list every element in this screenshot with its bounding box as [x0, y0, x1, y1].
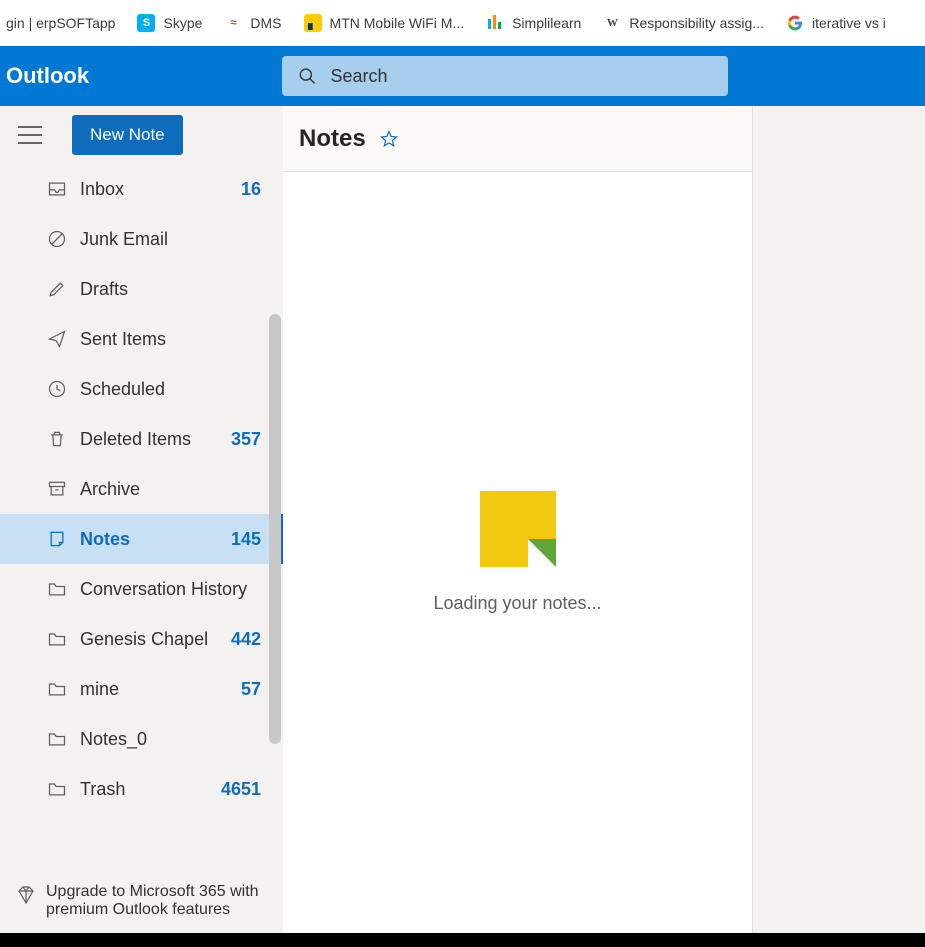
- page-title: Notes: [299, 125, 366, 153]
- wikipedia-icon: W: [603, 14, 621, 32]
- bookmark-google[interactable]: iterative vs i: [786, 14, 886, 32]
- simplilearn-icon: [486, 14, 504, 32]
- bottom-strip: [0, 933, 925, 947]
- main-panel: Notes Loading your notes...: [283, 106, 925, 933]
- sidebar-item-deleted-items[interactable]: Deleted Items357: [0, 414, 283, 464]
- folder-label: Trash: [80, 779, 221, 800]
- app-title: Outlook: [6, 63, 282, 89]
- sidebar-item-inbox[interactable]: Inbox16: [0, 164, 283, 214]
- clock-icon: [46, 379, 68, 399]
- sidebar-top: New Note: [0, 106, 283, 164]
- inbox-icon: [46, 179, 68, 199]
- bookmark-label: DMS: [250, 15, 281, 31]
- sidebar-item-archive[interactable]: Archive: [0, 464, 283, 514]
- sidebar: New Note Inbox16 Junk Email Drafts Sent Ite…: [0, 106, 283, 933]
- sidebar-item-scheduled[interactable]: Scheduled: [0, 364, 283, 414]
- bookmark-simplilearn[interactable]: Simplilearn: [486, 14, 581, 32]
- sticky-note-icon: [480, 491, 556, 567]
- skype-icon: S: [137, 14, 155, 32]
- bookmark-erpsoftapp[interactable]: gin | erpSOFTapp: [6, 15, 115, 31]
- folder-label: Junk Email: [80, 229, 261, 250]
- bookmark-label: Responsibility assig...: [629, 15, 764, 31]
- sidebar-item-notes-0[interactable]: Notes_0: [0, 714, 283, 764]
- loading-text: Loading your notes...: [433, 593, 601, 614]
- reading-pane: [753, 106, 925, 933]
- folder-icon: [46, 579, 68, 599]
- folder-icon: [46, 679, 68, 699]
- sidebar-item-genesis-chapel[interactable]: Genesis Chapel442: [0, 614, 283, 664]
- folder-label: Notes: [80, 529, 231, 550]
- folder-label: Scheduled: [80, 379, 261, 400]
- bookmark-label: gin | erpSOFTapp: [6, 15, 115, 31]
- outlook-header: Outlook: [0, 46, 925, 106]
- bookmark-label: Skype: [163, 15, 202, 31]
- sidebar-item-notes[interactable]: Notes145: [0, 514, 283, 564]
- bookmark-label: MTN Mobile WiFi M...: [330, 15, 465, 31]
- folder-label: Archive: [80, 479, 261, 500]
- note-icon: [46, 529, 68, 549]
- sidebar-item-mine[interactable]: mine57: [0, 664, 283, 714]
- archive-icon: [46, 479, 68, 499]
- notes-list-column: Notes Loading your notes...: [283, 106, 753, 933]
- sidebar-item-junk-email[interactable]: Junk Email: [0, 214, 283, 264]
- hamburger-icon[interactable]: [18, 126, 42, 144]
- upgrade-text: Upgrade to Microsoft 365 with premium Ou…: [46, 883, 259, 918]
- bookmark-label: Simplilearn: [512, 15, 581, 31]
- folder-count: 57: [241, 679, 261, 700]
- bookmark-label: iterative vs i: [812, 15, 886, 31]
- scrollbar[interactable]: [269, 314, 281, 744]
- folder-count: 442: [231, 629, 261, 650]
- notes-header: Notes: [283, 106, 752, 172]
- dms-icon: ≈: [224, 14, 242, 32]
- upgrade-banner[interactable]: Upgrade to Microsoft 365 with premium Ou…: [0, 868, 283, 933]
- folder-label: Genesis Chapel: [80, 629, 231, 650]
- sidebar-item-drafts[interactable]: Drafts: [0, 264, 283, 314]
- notes-loading-area: Loading your notes...: [283, 172, 752, 933]
- browser-bookmarks-bar: gin | erpSOFTapp S Skype ≈ DMS ▖ MTN Mob…: [0, 0, 925, 46]
- google-icon: [786, 14, 804, 32]
- folder-label: Deleted Items: [80, 429, 231, 450]
- folder-label: Sent Items: [80, 329, 261, 350]
- folder-count: 145: [231, 529, 261, 550]
- bookmark-dms[interactable]: ≈ DMS: [224, 14, 281, 32]
- app-body: New Note Inbox16 Junk Email Drafts Sent Ite…: [0, 106, 925, 933]
- search-box[interactable]: [282, 56, 728, 96]
- folder-label: Conversation History: [80, 579, 261, 600]
- folder-icon: [46, 629, 68, 649]
- sidebar-item-trash[interactable]: Trash4651: [0, 764, 283, 814]
- sidebar-item-sent-items[interactable]: Sent Items: [0, 314, 283, 364]
- folder-label: Notes_0: [80, 729, 261, 750]
- search-icon: [298, 66, 316, 86]
- star-icon[interactable]: [380, 130, 398, 148]
- drafts-icon: [46, 279, 68, 299]
- folder-count: 357: [231, 429, 261, 450]
- folder-count: 4651: [221, 779, 261, 800]
- folder-list: Inbox16 Junk Email Drafts Sent Items Schedul…: [0, 164, 283, 868]
- sent-icon: [46, 329, 68, 349]
- folder-label: Inbox: [80, 179, 241, 200]
- bookmark-skype[interactable]: S Skype: [137, 14, 202, 32]
- trash-icon: [46, 429, 68, 449]
- folder-label: Drafts: [80, 279, 261, 300]
- new-note-button[interactable]: New Note: [72, 115, 183, 155]
- folder-label: mine: [80, 679, 241, 700]
- search-input[interactable]: [330, 66, 712, 87]
- bookmark-wikipedia[interactable]: W Responsibility assig...: [603, 14, 764, 32]
- mtn-icon: ▖: [304, 14, 322, 32]
- folder-count: 16: [241, 179, 261, 200]
- junk-icon: [46, 229, 68, 249]
- folder-icon: [46, 779, 68, 799]
- folder-icon: [46, 729, 68, 749]
- sidebar-item-conversation-history[interactable]: Conversation History: [0, 564, 283, 614]
- bookmark-mtn[interactable]: ▖ MTN Mobile WiFi M...: [304, 14, 465, 32]
- diamond-icon: [16, 885, 36, 905]
